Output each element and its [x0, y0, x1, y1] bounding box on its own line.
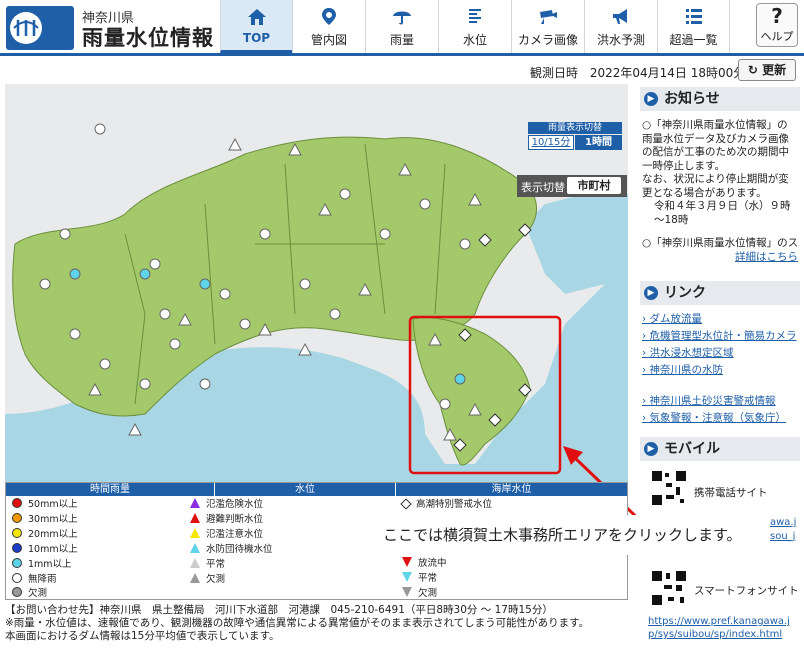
notice-text: 令和４年３月９日（水）９時～18時	[654, 200, 791, 226]
link-dam-discharge[interactable]: ダム放流量	[642, 311, 703, 326]
link-flood-area[interactable]: 洪水浸水想定区域	[642, 345, 734, 360]
arrow-icon: ▶	[644, 442, 658, 456]
nav-label: 水位	[462, 33, 487, 47]
nav-label: TOP	[242, 31, 271, 45]
legend-item: 50mm以上	[12, 498, 78, 511]
notice-text: ○「神奈川県雨量水位情報」のス	[642, 237, 798, 249]
arrow-icon: ▶	[644, 286, 658, 300]
umbrella-icon	[393, 11, 411, 25]
qr-code-smartphone	[650, 569, 688, 607]
legend-item: 水防団待機水位	[190, 543, 273, 556]
legend-rain-title: 時間雨量	[6, 483, 214, 496]
link-landslide-warning[interactable]: 神奈川県土砂災害警戒情報	[642, 393, 776, 408]
legend-item: 無降雨	[12, 573, 57, 586]
tokyo-bay	[525, 194, 628, 294]
link-crisis-gauge[interactable]: 危機管理型水位計・簡易カメラ	[642, 328, 797, 343]
legend-item: 放流中	[402, 557, 447, 570]
nav-label: 雨量	[389, 33, 414, 47]
refresh-icon: ↻	[747, 63, 758, 77]
nav-label: カメラ画像	[517, 33, 578, 47]
notice-text: ○「神奈川県雨量水位情報」の雨量水位データ及びカメラ画像の配信が工事のため次の期…	[642, 119, 789, 172]
page-footer: 【お問い合わせ先】神奈川県 県土整備局 河川下水道部 河港課 045-210-6…	[5, 604, 625, 643]
camera-icon	[540, 10, 557, 24]
site-title[interactable]: 雨量水位情報	[82, 22, 214, 52]
help-icon: ?	[771, 4, 783, 28]
display-switch-value[interactable]: 市町村	[567, 177, 621, 194]
legend-item: 氾濫注意水位	[190, 528, 263, 541]
mobile-url-fragment[interactable]: awa.j	[770, 517, 796, 528]
help-label: ヘルプ	[760, 30, 794, 43]
nav-exceedance-list[interactable]: 超過一覧	[657, 0, 730, 53]
legend-item: 氾濫危険水位	[190, 498, 263, 511]
refresh-button[interactable]: ↻ 更新	[738, 59, 796, 81]
smartphone-site-label[interactable]: スマートフォンサイト	[694, 583, 799, 598]
legend-item: 欠測	[402, 587, 437, 600]
nav-label: 洪水予測	[596, 33, 645, 47]
megaphone-icon	[613, 9, 627, 24]
map-pin-icon	[322, 8, 336, 25]
legend-item: 高潮特別警戒水位	[400, 498, 492, 511]
site-header: 神奈川県 雨量水位情報 TOP 管内図 雨量 水位 カメラ画像 洪水予測 超過一…	[0, 0, 804, 56]
water-level-icon	[469, 9, 481, 23]
legend-item: 1mm以上	[12, 558, 72, 571]
legend-item: 平常	[402, 572, 437, 585]
rain-switch-10-15min[interactable]: 10/15分	[528, 135, 574, 150]
list-icon	[685, 9, 702, 24]
nav-label: 管内図	[310, 33, 347, 47]
link-weather-warning[interactable]: 気象警報・注意報（気象庁）	[642, 410, 787, 425]
mobile-header: ▶ モバイル	[640, 437, 800, 461]
legend-coast-title: 海岸水位	[396, 483, 627, 496]
smartphone-url-link[interactable]: https://www.pref.kanagawa.jp/sys/suibou/…	[648, 615, 798, 641]
observation-label: 観測日時	[530, 66, 579, 80]
legend-item: 平常	[190, 558, 225, 571]
rain-switch-1hour[interactable]: 1時間	[575, 135, 622, 150]
links-header: ▶ リンク	[640, 281, 800, 305]
nav-top[interactable]: TOP	[220, 0, 292, 53]
notice-header: ▶ お知らせ	[640, 87, 800, 111]
refresh-label: 更新	[762, 63, 787, 77]
legend-item: 欠測	[190, 573, 225, 586]
display-switch: 表示切替 市町村	[517, 175, 627, 197]
link-flood-defense[interactable]: 神奈川県の水防	[642, 362, 724, 377]
rain-switch-title: 雨量表示切替	[528, 122, 622, 134]
legend-item: 欠測	[12, 587, 47, 600]
nav-map[interactable]: 管内図	[292, 0, 365, 53]
mobile-url-fragment[interactable]: sou_j	[770, 531, 795, 542]
help-button[interactable]: ? ヘルプ	[756, 3, 798, 47]
mobile-site-label[interactable]: 携帯電話サイト	[694, 485, 768, 500]
site-logo[interactable]	[6, 6, 74, 50]
legend-item: 30mm以上	[12, 513, 78, 526]
nav-camera[interactable]: カメラ画像	[511, 0, 584, 53]
qr-code-mobile	[650, 469, 688, 507]
notice-more-link[interactable]: 詳細はこちら	[642, 251, 798, 265]
dam-note: 本画面におけるダム情報は15分平均値で表示しています。	[5, 630, 280, 642]
nav-water-level[interactable]: 水位	[438, 0, 511, 53]
nav-rainfall[interactable]: 雨量	[365, 0, 438, 53]
arrow-icon: ▶	[644, 92, 658, 106]
legend-item: 10mm以上	[12, 543, 78, 556]
contact-info: 【お問い合わせ先】神奈川県 県土整備局 河川下水道部 河港課 045-210-6…	[5, 604, 553, 616]
legend-item: 避難判断水位	[190, 513, 263, 526]
rain-display-switch: 雨量表示切替 10/15分 1時間	[528, 122, 622, 150]
observation-time: 観測日時 2022年04月14日 18時00分	[530, 64, 745, 81]
legend-water-title: 水位	[215, 483, 395, 496]
notice-text: なお、状況により停止期間が変更となる場合があります。	[642, 173, 789, 199]
instruction-callout: ここでは横須賀土木事務所エリアをクリックします。	[371, 515, 769, 555]
nav-label: 超過一覧	[669, 33, 718, 47]
legend-item: 20mm以上	[12, 528, 78, 541]
notice-body: ○「神奈川県雨量水位情報」の雨量水位データ及びカメラ画像の配信が工事のため次の期…	[642, 119, 798, 264]
disclaimer: ※雨量・水位値は、速報値であり、観測機器の故障や通信異常による異常値がそのまま表…	[5, 617, 590, 629]
observation-datetime: 2022年04月14日 18時00分	[589, 66, 746, 80]
display-switch-label: 表示切替	[521, 181, 565, 194]
home-icon	[247, 9, 266, 25]
nav-flood-forecast[interactable]: 洪水予測	[584, 0, 657, 53]
